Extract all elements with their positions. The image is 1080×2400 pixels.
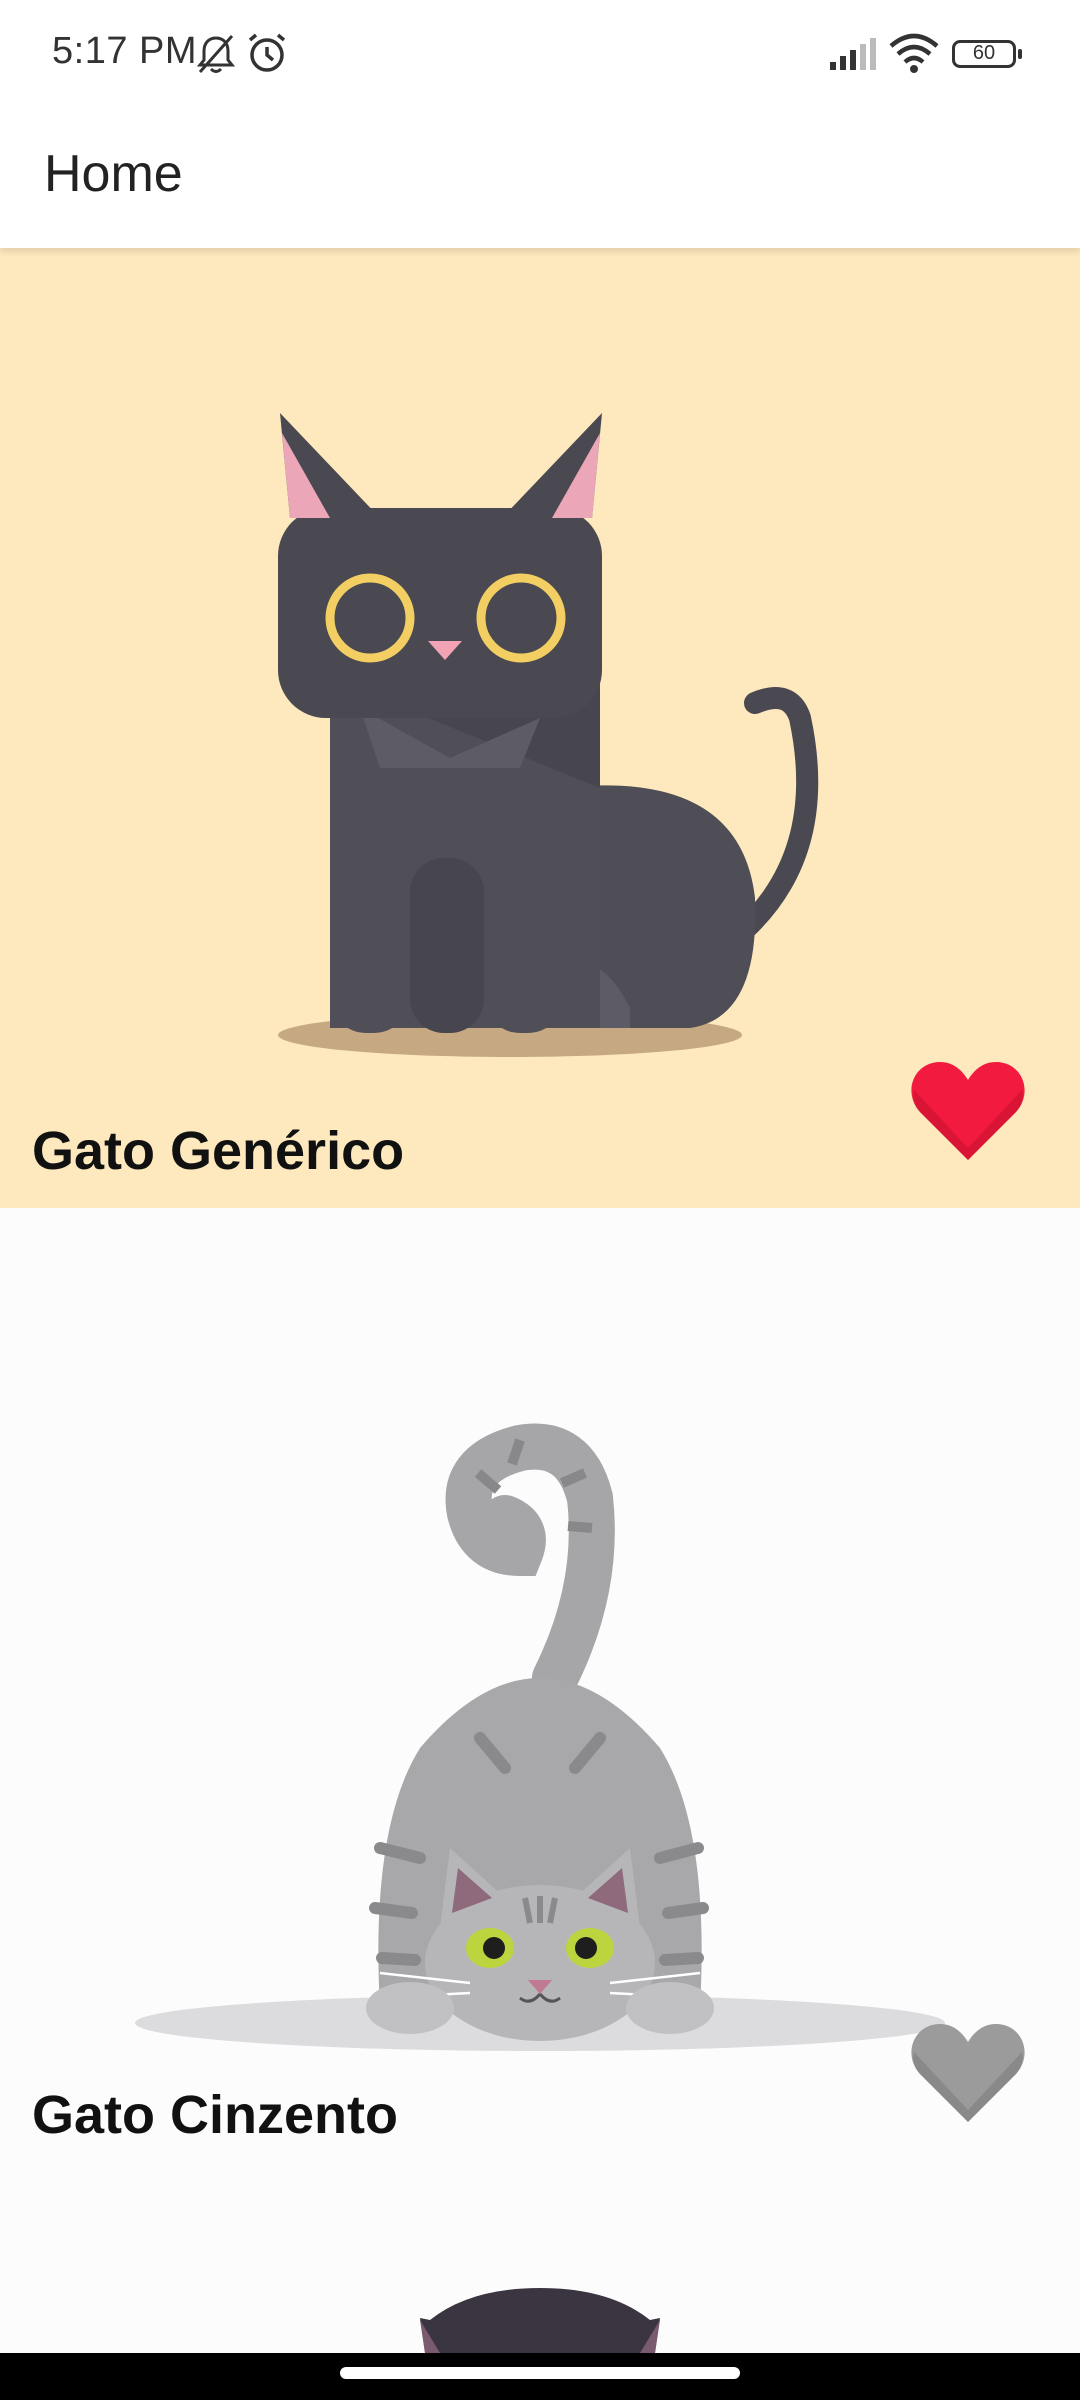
heart-icon[interactable] (908, 2018, 1028, 2128)
alarm-icon (248, 33, 286, 72)
mute-bell-icon (196, 35, 236, 73)
battery-icon: 60 (952, 40, 1022, 68)
signal-icon (830, 38, 876, 70)
app-bar: Home (0, 108, 1080, 248)
dark-cat-illustration (420, 2288, 660, 2353)
battery-level: 60 (972, 42, 996, 64)
cat-name: Gato Genérico (32, 1121, 405, 1181)
page-title: Home (44, 145, 183, 203)
cat-card[interactable]: Gato Genérico (0, 248, 1080, 1208)
home-gesture-handle[interactable] (340, 2367, 740, 2379)
system-navigation-bar (0, 2353, 1080, 2400)
cat-card[interactable]: Gato Cinzento (0, 1208, 1080, 2168)
status-time: 5:17 PM (52, 30, 198, 72)
cat-name: Gato Cinzento (32, 2085, 398, 2145)
wifi-icon (889, 33, 939, 73)
status-bar: 5:17 PM 60 (0, 0, 1080, 108)
heart-icon[interactable] (908, 1056, 1028, 1166)
cat-card[interactable] (0, 2168, 1080, 2353)
